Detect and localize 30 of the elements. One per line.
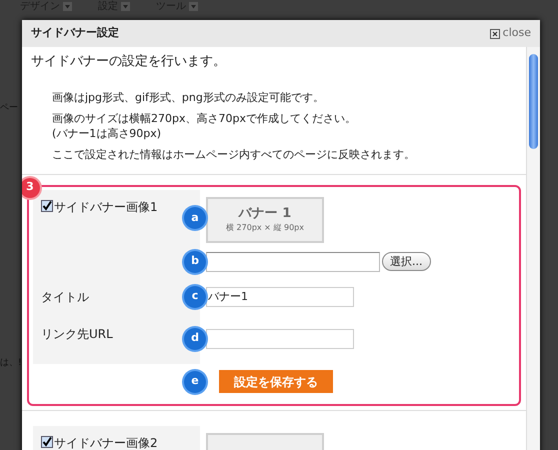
- title-field[interactable]: バナー1: [206, 286, 354, 306]
- step-marker: d: [184, 328, 206, 350]
- step-marker: a: [184, 207, 206, 229]
- close-button[interactable]: close: [490, 25, 531, 42]
- url-field[interactable]: [206, 328, 354, 348]
- note-text: ここで設定された情報はホームページ内すべてのページに反映されます。: [52, 146, 416, 162]
- close-icon: [490, 28, 500, 38]
- step-marker: c: [184, 286, 206, 308]
- enable-checkbox[interactable]: [41, 436, 53, 448]
- section-label: サイドバナー画像2: [54, 434, 158, 450]
- step-marker: e: [184, 370, 206, 392]
- callout-badge: 3: [22, 178, 40, 198]
- dropdown-caret-icon: [121, 2, 130, 11]
- section-label: サイドバナー画像1: [54, 198, 158, 216]
- file-path-field[interactable]: [206, 252, 380, 272]
- note-text: 画像のサイズは横幅270px、高さ70pxで作成してください。 (バナー1は高さ90px): [52, 110, 357, 140]
- step-marker: b: [184, 250, 206, 272]
- dialog-title: サイドバナー設定: [31, 25, 119, 42]
- select-file-button[interactable]: 選択...: [382, 252, 430, 271]
- title-label: タイトル: [41, 288, 89, 306]
- intro-text: サイドバナーの設定を行います。: [30, 53, 227, 71]
- dropdown-caret-icon: [63, 2, 72, 11]
- preview-size: 横 270px × 縦 90px: [226, 222, 304, 233]
- enable-checkbox[interactable]: [41, 200, 53, 212]
- save-settings-button[interactable]: 設定を保存する: [219, 370, 333, 393]
- scrollbar[interactable]: [526, 47, 540, 450]
- note-text: 画像はjpg形式、gif形式、png形式のみ設定可能です。: [52, 90, 325, 104]
- url-label: リンク先URL: [41, 326, 113, 342]
- preview-title: バナー 1: [238, 206, 292, 223]
- dropdown-caret-icon: [189, 2, 198, 11]
